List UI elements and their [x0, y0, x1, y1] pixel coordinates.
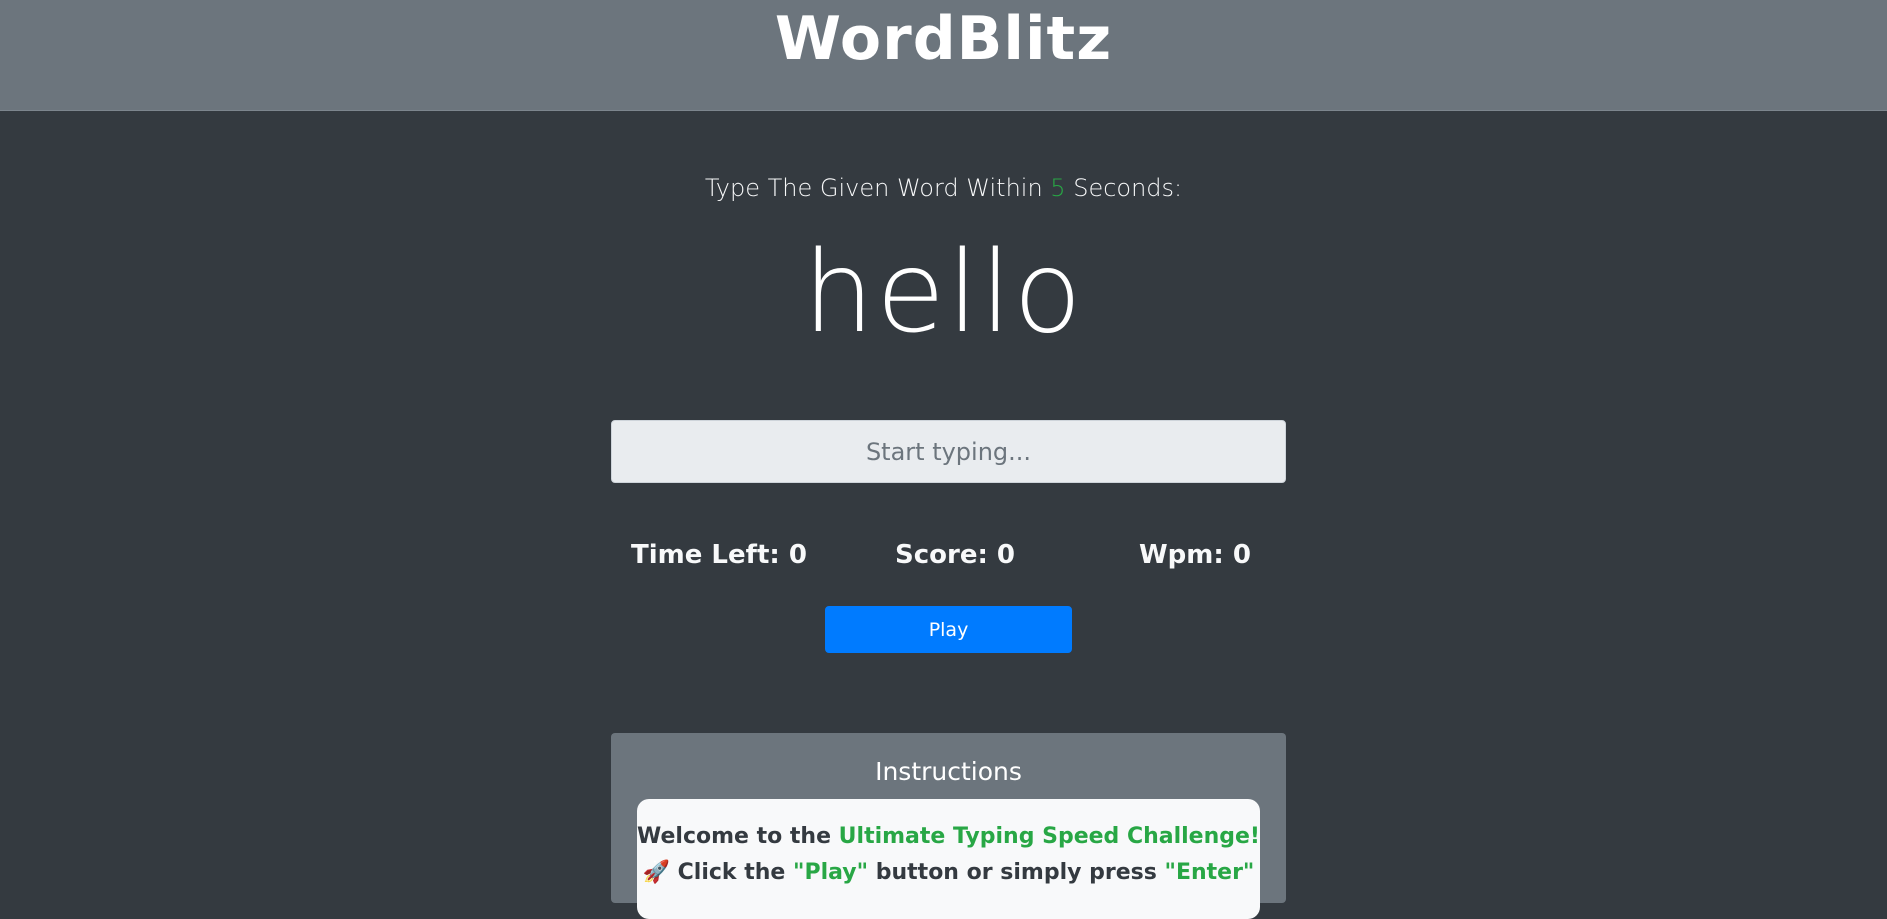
score-stat: Score: 0	[895, 540, 1015, 570]
instruction-prompt: Type The Given Word Within 5 Seconds:	[0, 174, 1887, 202]
instructions-title: Instructions	[875, 757, 1022, 786]
click-the-text: Click the	[670, 860, 793, 885]
wpm-stat: Wpm: 0	[1139, 540, 1251, 570]
enter-keyword: "Enter"	[1164, 860, 1255, 885]
challenge-highlight: Ultimate Typing Speed Challenge!	[838, 824, 1260, 849]
rocket-icon: 🚀	[642, 860, 670, 885]
instructions-panel: Instructions Welcome to the Ultimate Typ…	[611, 733, 1286, 919]
play-keyword: "Play"	[792, 860, 869, 885]
prompt-text-after: Seconds:	[1065, 174, 1183, 202]
play-button[interactable]: Play	[825, 606, 1072, 653]
instructions-line-2: 🚀 Click the "Play" button or simply pres…	[637, 855, 1260, 891]
app-title: WordBlitz	[774, 4, 1113, 74]
time-left-stat: Time Left: 0	[631, 540, 807, 570]
top-header: WordBlitz	[0, 0, 1887, 111]
button-or-press-text: button or simply press	[868, 860, 1165, 885]
seconds-count: 5	[1050, 174, 1066, 202]
instructions-line-1: Welcome to the Ultimate Typing Speed Cha…	[637, 819, 1260, 855]
prompt-text-before: Type The Given Word Within	[704, 174, 1051, 202]
instructions-body: Welcome to the Ultimate Typing Speed Cha…	[637, 799, 1260, 919]
typing-input[interactable]	[611, 420, 1286, 483]
current-word: hello	[803, 228, 1084, 358]
welcome-text: Welcome to the	[637, 824, 839, 849]
